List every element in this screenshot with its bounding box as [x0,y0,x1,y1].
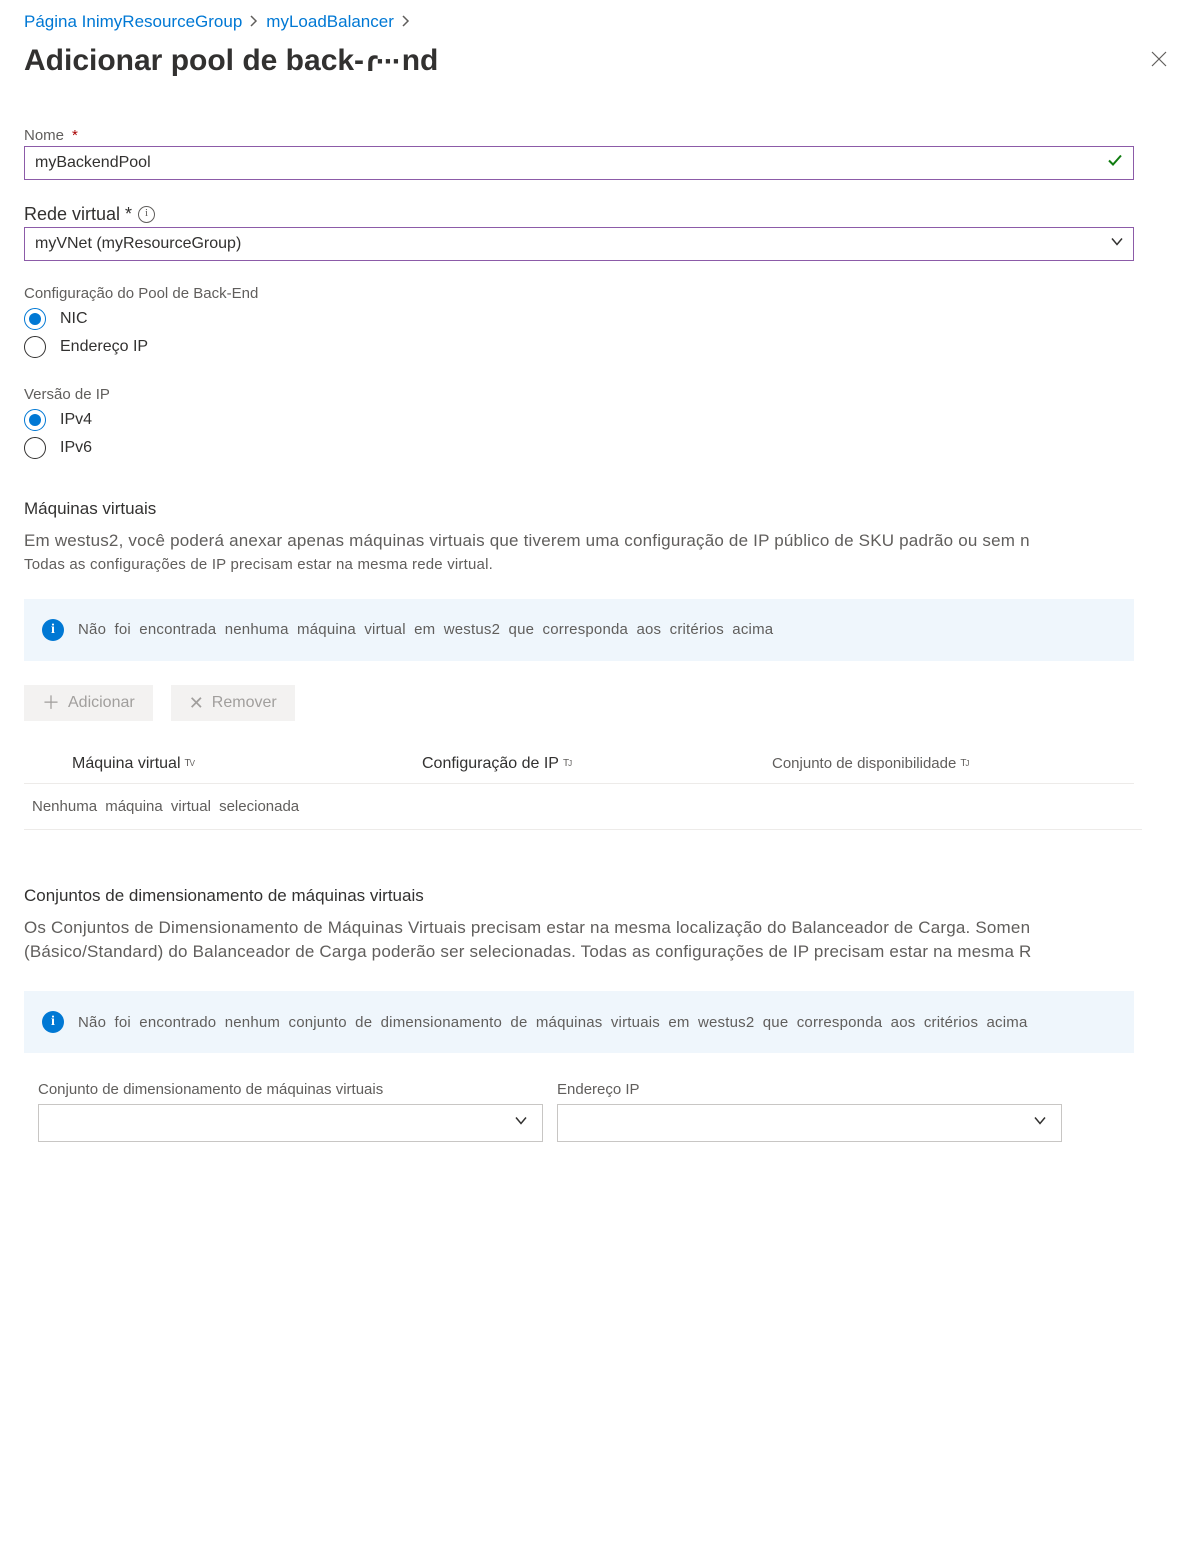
vnet-select[interactable]: myVNet (myResourceGroup) [24,227,1134,261]
pool-config-nic-label: NIC [60,310,88,328]
chevron-right-icon [402,15,410,30]
checkmark-icon [1106,152,1124,175]
radio-unselected-icon [24,437,46,459]
sort-icon: TJ [563,758,571,769]
vm-col-avset-label: Conjunto de disponibilidade [772,755,956,772]
vnet-value: myVNet (myResourceGroup) [35,235,241,253]
info-icon[interactable]: i [138,206,155,223]
ipv6-label: IPv6 [60,439,92,457]
vm-col-avset[interactable]: Conjunto de disponibilidade TJ [772,755,1122,773]
sort-icon: TJ [960,758,968,769]
scaleset-heading: Conjuntos de dimensionamento de máquinas… [24,886,1176,906]
breadcrumb: Página InimyResourceGroup myLoadBalancer [24,12,1176,32]
vnet-label-text: Rede virtual * [24,204,132,225]
vm-info-banner: i Não foi encontrada nenhuma máquina vir… [24,599,1134,661]
chevron-down-icon [1033,1114,1047,1133]
title-glyph: ɾ··· [366,45,400,79]
scaleset-banner-text: Não foi encontrado nenhum conjunto de di… [78,1014,1028,1031]
title-before: Adicionar pool de back- [24,44,364,77]
title-after: nd [402,44,439,77]
chevron-down-icon [1110,235,1124,254]
vm-banner-text: Não foi encontrada nenhuma máquina virtu… [78,621,773,638]
vm-col-ipconfig-label: Configuração de IP [422,755,559,773]
radio-selected-icon [24,308,46,330]
name-label-text: Nome [24,127,64,144]
chevron-right-icon [250,15,258,30]
chevron-down-icon [514,1114,528,1133]
plus-icon: ＋ [42,694,60,712]
add-button-label: Adicionar [68,694,135,712]
sort-icon: TV [185,758,194,769]
required-marker: * [72,127,78,144]
info-circle-icon: i [42,619,64,641]
breadcrumb-rg-label: myResourceGroup [100,12,243,31]
page-title: Adicionar pool de back-ɾ···nd [24,44,438,79]
vm-table-header: Máquina virtual TV Configuração de IP TJ… [24,745,1134,784]
breadcrumb-lb-label: myLoadBalancer [266,12,394,31]
vm-col-name-label: Máquina virtual [72,755,181,773]
breadcrumb-home[interactable]: Página Ini [24,12,100,32]
breadcrumb-resource-group[interactable]: myResourceGroup [100,12,243,32]
pool-config-nic[interactable]: NIC [24,308,1176,330]
ip-version-label: Versão de IP [24,386,1176,403]
ip-version-ipv6[interactable]: IPv6 [24,437,1176,459]
pool-config-ip-label: Endereço IP [60,338,148,356]
scaleset-info-banner: i Não foi encontrado nenhum conjunto de … [24,991,1134,1053]
vm-col-ipconfig[interactable]: Configuração de IP TJ [422,755,772,773]
x-icon: ✕ [189,694,204,712]
breadcrumb-load-balancer[interactable]: myLoadBalancer [266,12,394,32]
close-icon [1150,50,1168,68]
vm-heading: Máquinas virtuais [24,499,1176,519]
ipv4-label: IPv4 [60,411,92,429]
name-input[interactable] [24,146,1134,180]
scaleset-col1-label: Conjunto de dimensionamento de máquinas … [38,1081,543,1098]
pool-config-label: Configuração do Pool de Back-End [24,285,1176,302]
scaleset-ip-select[interactable] [557,1104,1062,1142]
close-button[interactable] [1142,46,1176,78]
vm-empty-row: Nenhuma máquina virtual selecionada [24,784,1142,830]
name-label: Nome * [24,127,1176,144]
info-circle-icon: i [42,1011,64,1033]
vm-col-name[interactable]: Máquina virtual TV [24,755,422,773]
breadcrumb-home-label: Página Ini [24,12,100,31]
add-button[interactable]: ＋ Adicionar [24,685,153,721]
remove-button[interactable]: ✕ Remover [171,685,295,721]
scaleset-desc-2: (Básico/Standard) do Balanceador de Carg… [24,940,1176,965]
remove-button-label: Remover [212,694,277,712]
scaleset-col2-label: Endereço IP [557,1081,1062,1098]
pool-config-ip[interactable]: Endereço IP [24,336,1176,358]
scaleset-desc-1: Os Conjuntos de Dimensionamento de Máqui… [24,916,1176,941]
vm-desc-2: Todas as configurações de IP precisam es… [24,556,1176,573]
vnet-label: Rede virtual * i [24,204,1176,225]
radio-unselected-icon [24,336,46,358]
scaleset-select[interactable] [38,1104,543,1142]
ip-version-ipv4[interactable]: IPv4 [24,409,1176,431]
vm-desc-1: Em westus2, você poderá anexar apenas má… [24,529,1176,554]
radio-selected-icon [24,409,46,431]
